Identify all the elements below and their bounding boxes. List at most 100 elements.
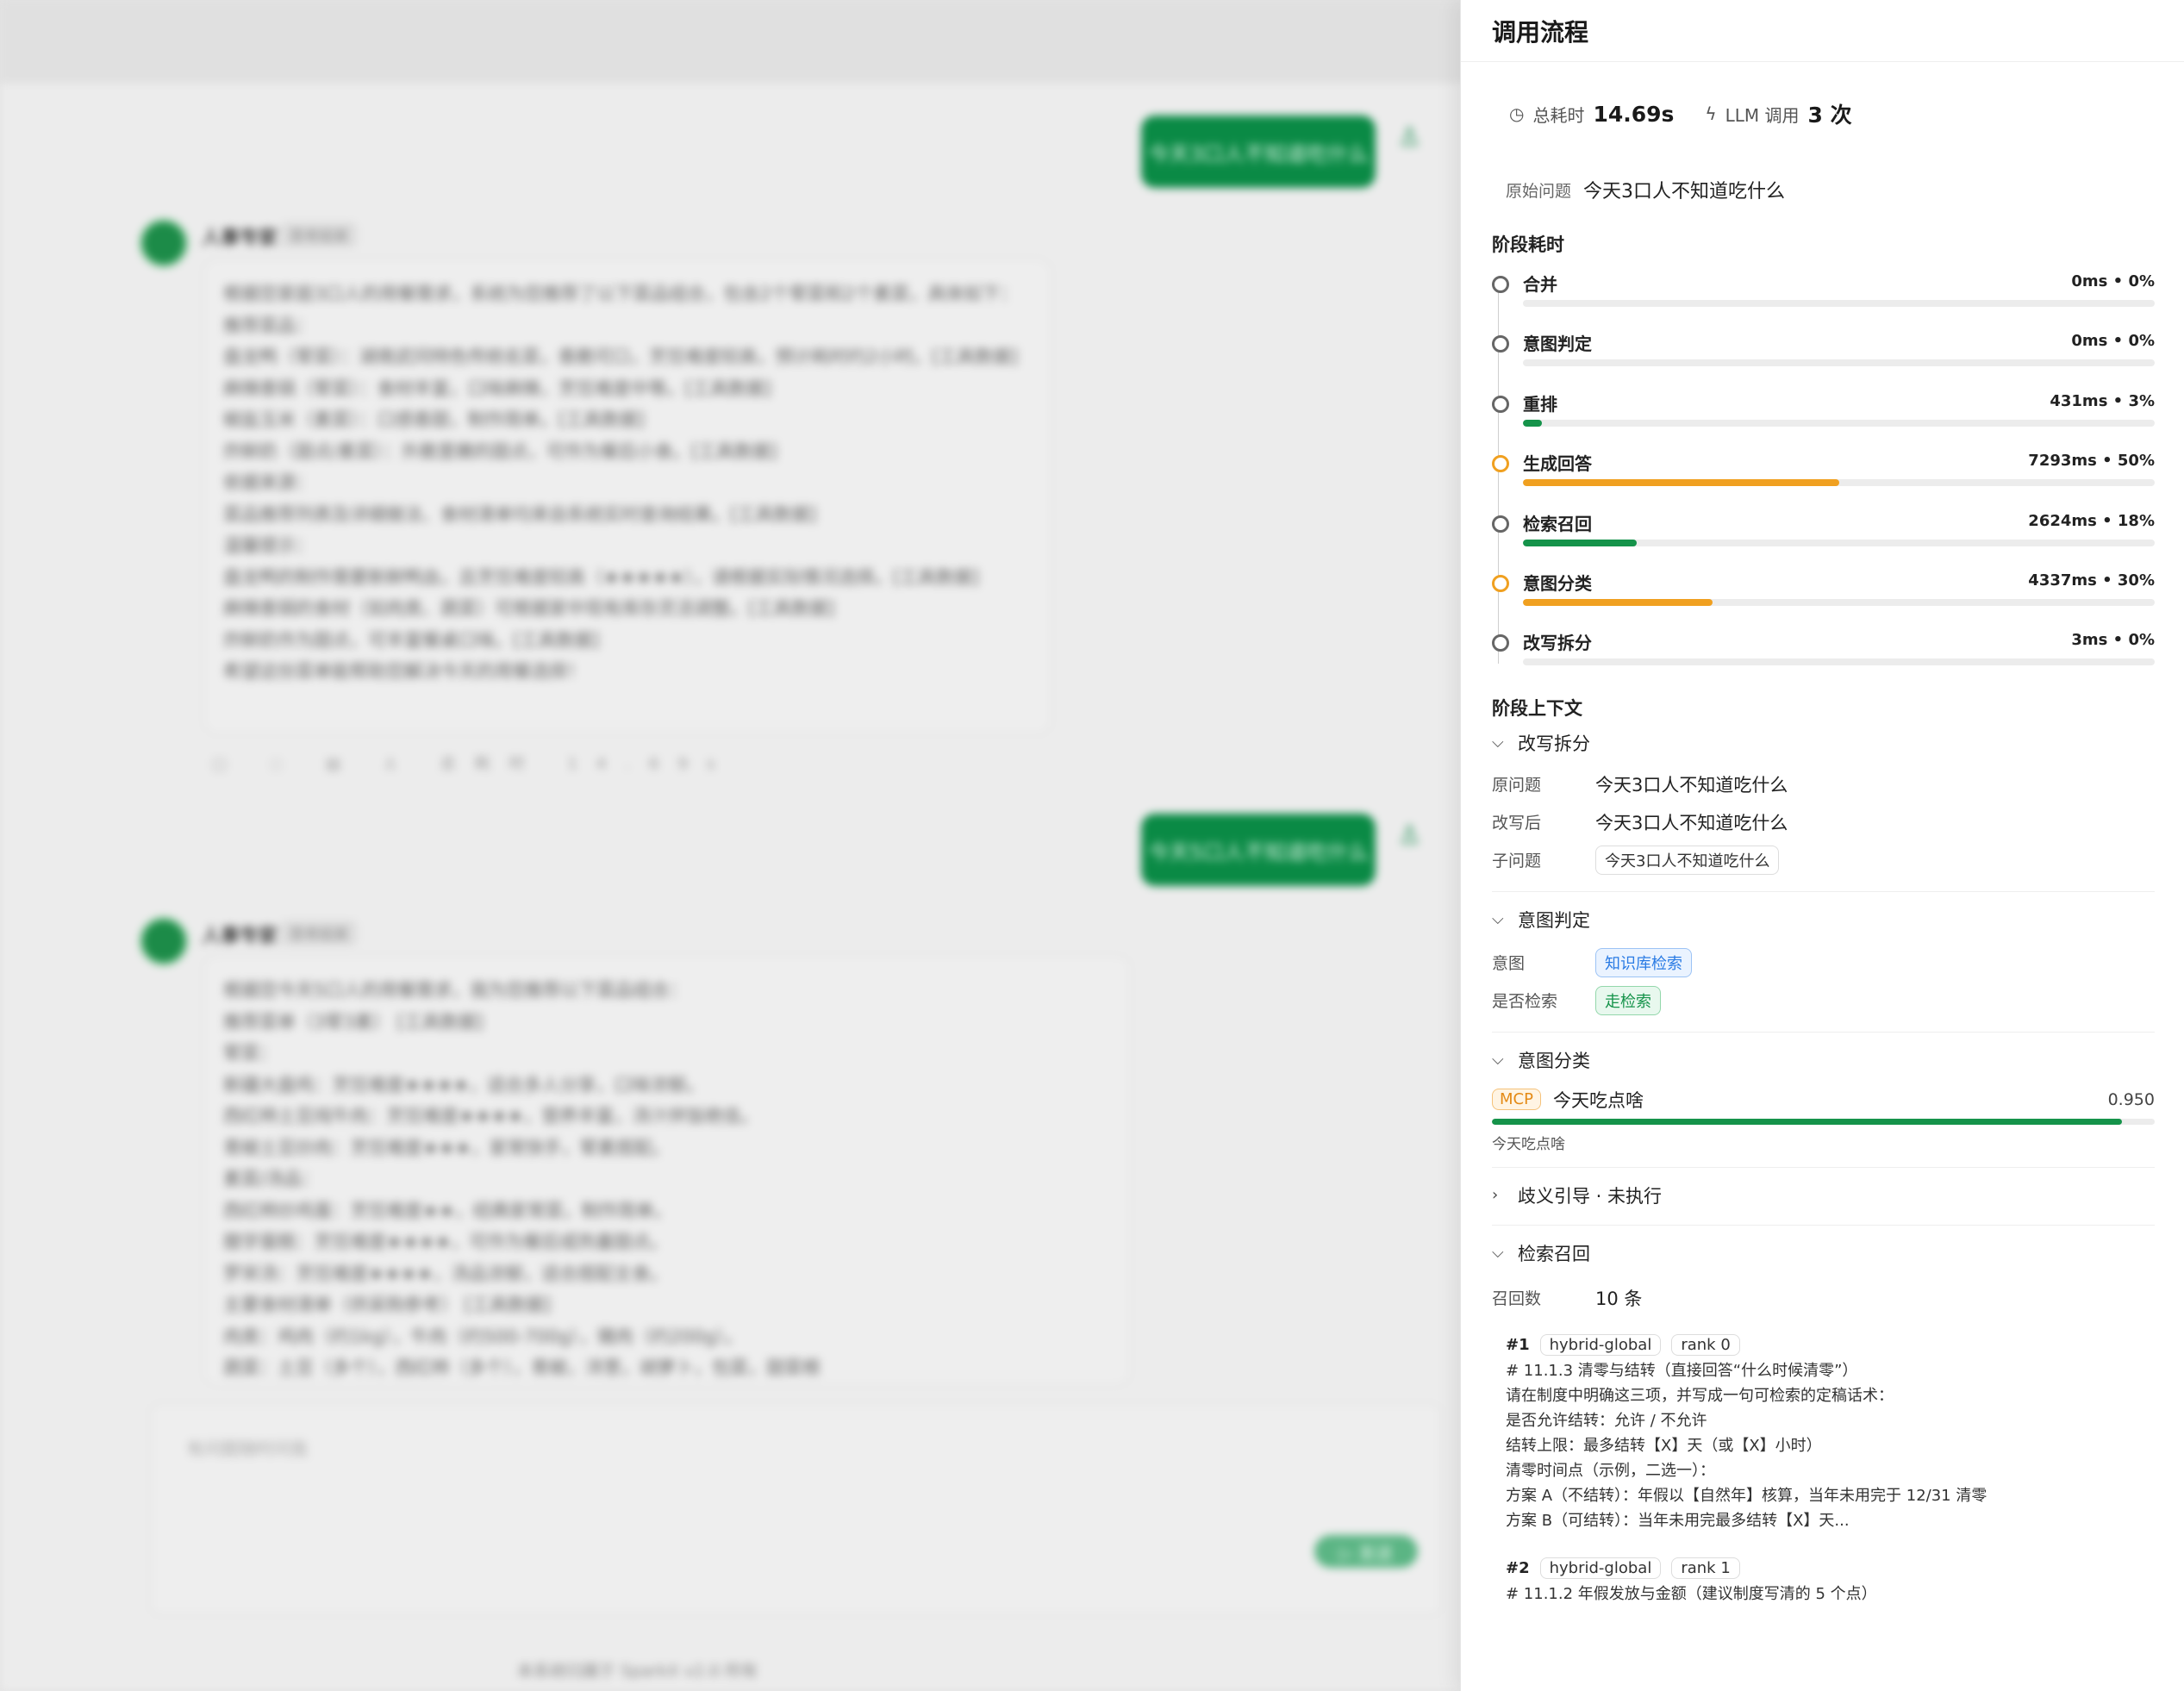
llm-calls-stat: ϟ LLM 调用 3 次 <box>1705 98 1851 129</box>
reply-line: 新疆大盘鸡：烹饪难度★★★★，适合多人分享，口味浓郁。 <box>223 1074 705 1095</box>
stage-row: 意图判定 0ms • 0% <box>1492 323 2155 383</box>
stage-name: 重排 <box>1523 393 1557 415</box>
divider <box>1492 1031 2155 1033</box>
doc-text-line: 方案 B（可结转）：当年未用完最多结转【X】天... <box>1506 1511 1850 1530</box>
kv-value: 10 条 <box>1595 1288 1643 1309</box>
doc-text-line: 请在制度中明确这三项，并写成一句可检索的定稿话术： <box>1506 1386 1894 1405</box>
stage-dot-icon <box>1492 455 1509 473</box>
stage-row: 重排 431ms • 3% <box>1492 384 2155 443</box>
retrieve-row: 是否检索 走检索 <box>1492 982 2155 1020</box>
footer-copyright: 本系统归属于 SparkX v2.0 所有 <box>517 1662 758 1681</box>
retrieval-group-title: 检索召回 <box>1518 1243 1590 1264</box>
subquestion-pill: 今天3口人不知道吃什么 <box>1595 845 1780 875</box>
reply-line: 根据您今天5口人的用餐需求，我为您推荐以下菜品组合： <box>223 980 688 1001</box>
stage-progress-fill <box>1523 539 1637 546</box>
doc-index: #1 <box>1506 1336 1530 1355</box>
reply-line: 菜品推荐列表及详细做法、食材清单均来自系统实时查询结果。[工具数据] <box>223 503 817 525</box>
chevron-right-icon: › <box>1492 1186 1499 1205</box>
stage-name: 意图分类 <box>1523 572 1592 594</box>
judge-group-toggle[interactable]: ⌵ 意图判定 <box>1492 902 2155 937</box>
stage-progress-track <box>1523 300 2155 307</box>
original-question-value: 今天3口人不知道吃什么 <box>1583 181 1786 203</box>
classified-intent-score: 0.950 <box>2107 1089 2155 1109</box>
drawer-header: 调用流程 <box>1461 0 2184 62</box>
stage-row: 合并 0ms • 0% <box>1492 264 2155 323</box>
rewrite-after-row: 改写后 今天3口人不知道吃什么 <box>1492 803 2155 841</box>
drawer-title: 调用流程 <box>1492 17 1589 47</box>
user-avatar-icon: ♙ <box>1398 821 1421 851</box>
original-question-label: 原始问题 <box>1506 181 1572 201</box>
kv-label: 召回数 <box>1492 1289 1542 1309</box>
classify-group-toggle[interactable]: ⌵ 意图分类 <box>1492 1043 2155 1077</box>
reply-line: 西红柿土豆炖牛肉：烹饪难度★★★★，营养丰富，汤汁拌饭绝佳。 <box>223 1106 759 1126</box>
stage-progress-fill <box>1523 479 1839 487</box>
reply-line: 依据来源： <box>223 472 314 493</box>
total-time-label: 总耗时 <box>1532 104 1585 126</box>
summary-stats: ◷ 总耗时 14.69s ϟ LLM 调用 3 次 <box>1492 62 2155 165</box>
lightning-icon: ϟ <box>1705 103 1717 124</box>
stage-duration: 0ms • 0% <box>2071 272 2155 290</box>
call-flow-drawer: 调用流程 ◷ 总耗时 14.69s ϟ LLM 调用 3 次 原始问题 今天3口… <box>1460 0 2184 1691</box>
stage-duration: 0ms • 0% <box>2071 332 2155 351</box>
retrieval-group-toggle[interactable]: ⌵ 检索召回 <box>1492 1236 2155 1270</box>
doc-source-pill: hybrid-global <box>1539 1334 1662 1357</box>
kv-label: 改写后 <box>1492 814 1542 833</box>
doc-text-line: 清零时间点（示例，二选一）： <box>1506 1461 1715 1480</box>
kv-label: 原问题 <box>1492 776 1542 796</box>
doc-rank-pill: rank 1 <box>1671 1557 1740 1580</box>
reply-line: 炸鲜奶（甜点/素菜）：外脆里嫩的甜点，可作为餐后小食。[工具数据] <box>223 440 777 462</box>
reply-line: 盘龙鸭的制作需要新鲜鸭血，且烹饪难度较高（★★★★★），请根据实际情况选择。[工… <box>223 566 980 588</box>
doc-source-pill: hybrid-global <box>1539 1557 1662 1580</box>
reply-line: 温馨提示： <box>223 535 314 556</box>
rewrite-group-toggle[interactable]: ⌵ 改写拆分 <box>1492 726 2155 760</box>
stage-duration: 7293ms • 50% <box>2028 452 2155 471</box>
llm-calls-value: 3 次 <box>1807 103 1852 128</box>
user-message-bubble: 今天3口人不知道吃什么 <box>1141 115 1376 188</box>
mcp-badge: MCP <box>1492 1089 1541 1111</box>
kv-label: 是否检索 <box>1492 992 1558 1012</box>
classified-intent-name: 今天吃点啥 <box>1552 1089 1644 1111</box>
stage-duration: 431ms • 3% <box>2050 391 2155 410</box>
kv-label: 子问题 <box>1492 852 1542 871</box>
intent-row: 意图 知识库检索 <box>1492 944 2155 982</box>
reply-line: 盘龙鸭（荤菜）：湖南武冈特色传统名菜，香脆可口，烹饪难度较高，预计耗时约2小时。… <box>223 346 1019 367</box>
doc-index: #2 <box>1506 1559 1530 1578</box>
ambiguity-group-title: 歧义引导 · 未执行 <box>1518 1185 1663 1207</box>
stage-progress-fill <box>1523 419 1542 427</box>
stage-progress-track <box>1523 539 2155 546</box>
composer-placeholder: 有问题随时问我 <box>187 1438 308 1459</box>
doc-text-line: # 11.1.3 清零与结转（直接回答“什么时候清零”） <box>1506 1361 1858 1380</box>
intent-badge: 知识库检索 <box>1595 947 1692 977</box>
bot-avatar <box>140 219 188 267</box>
message-composer[interactable]: 有问题随时问我 ▷ 发送 <box>150 1403 1441 1615</box>
rewrite-group-title: 改写拆分 <box>1518 733 1590 754</box>
chat-topbar <box>0 0 1465 83</box>
stage-progress-track <box>1523 419 2155 427</box>
stage-duration: 3ms • 0% <box>2071 631 2155 650</box>
reply-line: 青椒土豆炒肉：烹饪难度★★★，家常快手，荤素搭配。 <box>223 1137 671 1158</box>
bot-reply-card: 根据您家庭3口人的用餐需求，系统为您推荐了以下菜品组合，包含2个荤菜和2个素菜，… <box>203 259 1051 734</box>
retrieved-doc: #2 hybrid-global rank 1 # 11.1.2 年假发放与金额（建议… <box>1492 1556 2155 1607</box>
bot-reply-card: 根据您今天5口人的用餐需求，我为您推荐以下菜品组合： 推荐菜单（3荤3素） [工具… <box>203 955 1131 1386</box>
reply-line: 西红柿炒鸡蛋：烹饪难度★★，经典家常菜，制作简单。 <box>223 1200 672 1221</box>
stage-row: 改写拆分 3ms • 0% <box>1492 622 2155 682</box>
ambiguity-group-toggle[interactable]: › 歧义引导 · 未执行 <box>1492 1178 2155 1213</box>
send-button[interactable]: ▷ 发送 <box>1314 1535 1418 1568</box>
rewrite-subquestion-row: 子问题 今天3口人不知道吃什么 <box>1492 841 2155 879</box>
stage-duration: 2624ms • 18% <box>2028 511 2155 530</box>
judge-group-title: 意图判定 <box>1518 909 1590 931</box>
kv-label: 意图 <box>1492 954 1526 974</box>
stage-row: 意图分类 4337ms • 30% <box>1492 563 2155 622</box>
doc-header: #2 hybrid-global rank 1 <box>1506 1556 2155 1582</box>
chevron-down-icon: ⌵ <box>1492 733 1504 752</box>
user-message-bubble: 今天5口人不知道吃什么 <box>1141 814 1376 886</box>
reply-line: 炸鲜奶作为甜点，可丰富餐桌口味。[工具数据] <box>223 629 600 651</box>
chevron-down-icon: ⌵ <box>1492 910 1504 929</box>
reply-line: 麻辣香锅的食材（如肉类、蔬菜）可根据家中现有库存灵活调整。[工具数据] <box>223 598 835 619</box>
divider <box>1492 1166 2155 1168</box>
original-question: 原始问题 今天3口人不知道吃什么 <box>1492 167 2155 212</box>
stage-name: 改写拆分 <box>1523 633 1592 654</box>
kv-value: 今天3口人不知道吃什么 <box>1595 774 1788 796</box>
reply-line: 推荐菜单（3荤3素） [工具数据] <box>223 1011 484 1033</box>
chevron-down-icon: ⌵ <box>1492 1244 1504 1263</box>
